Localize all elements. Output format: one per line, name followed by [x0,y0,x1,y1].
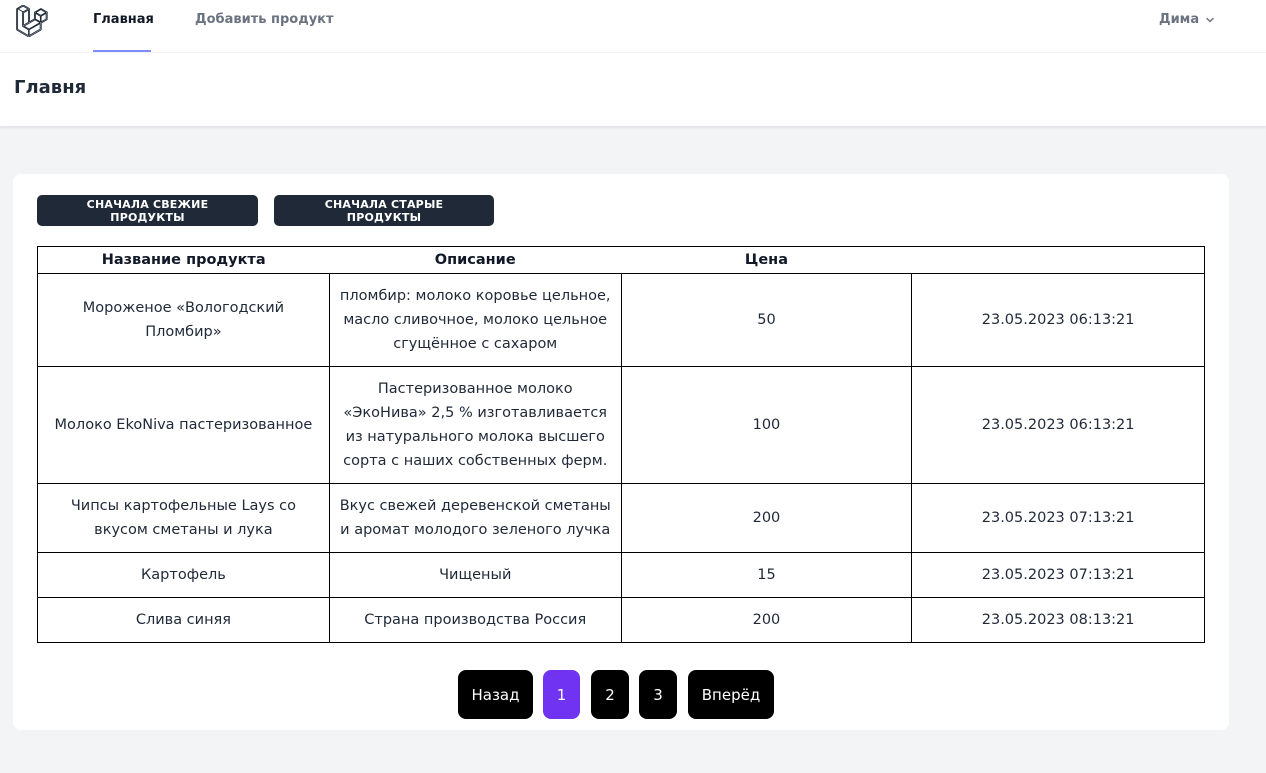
product-name-cell: Молоко EkoNiva пастеризованное [37,366,330,484]
product-date-cell: 23.05.2023 08:13:21 [911,597,1205,643]
table-row: Молоко EkoNiva пастеризованное Пастеризо… [37,366,1205,484]
product-date-cell: 23.05.2023 06:13:21 [911,273,1205,367]
product-date-cell: 23.05.2023 07:13:21 [911,483,1205,553]
pagination-page-2[interactable]: 2 [591,670,629,719]
column-header-price: Цена [744,252,788,268]
sort-newest-button[interactable]: СНАЧАЛА СВЕЖИЕ ПРОДУКТЫ [37,195,258,226]
product-date-cell: 23.05.2023 06:13:21 [911,366,1205,484]
pagination: Назад 1 2 3 Вперёд [13,670,1229,719]
products-card: СНАЧАЛА СВЕЖИЕ ПРОДУКТЫ СНАЧАЛА СТАРЫЕ П… [13,174,1229,730]
sort-oldest-button[interactable]: СНАЧАЛА СТАРЫЕ ПРОДУКТЫ [274,195,494,226]
column-header-description: Описание [434,252,516,268]
table-row: Мороженое «Вологодский Пломбир» пломбир:… [37,273,1205,367]
laravel-logo-icon[interactable] [16,5,48,37]
table-row: Слива синяя Страна производства Россия 2… [37,597,1205,643]
product-description-cell: Страна производства Россия [328,597,622,643]
table-header-row: Название продукта Описание Цена [37,246,1205,274]
product-price-cell: 200 [620,483,913,553]
products-table: Название продукта Описание Цена Морожено… [37,246,1205,643]
chevron-down-icon [1206,17,1214,23]
column-header-name: Название продукта [101,252,266,268]
page-title: Главня [14,77,87,98]
page-header: Главня [0,53,1266,127]
pagination-next-button[interactable]: Вперёд [688,670,774,719]
product-date-cell: 23.05.2023 07:13:21 [911,552,1205,598]
product-description-cell: Пастеризованное молоко «ЭкоНива» 2,5 % и… [328,366,622,484]
product-name-cell: Чипсы картофельные Lays со вкусом сметан… [37,483,330,553]
product-name-cell: Мороженое «Вологодский Пломбир» [37,273,330,367]
pagination-prev-button[interactable]: Назад [458,670,533,719]
product-price-cell: 200 [620,597,913,643]
product-description-cell: Вкус свежей деревенской сметаны и аромат… [328,483,622,553]
table-row: Картофель Чищеный 15 23.05.2023 07:13:21 [37,552,1205,598]
nav-link-home[interactable]: Главная [93,0,154,52]
user-menu[interactable]: Дима [1159,0,1215,40]
pagination-page-3[interactable]: 3 [639,670,677,719]
product-description-cell: пломбир: молоко коровье цельное, масло с… [328,273,622,367]
product-price-cell: 100 [620,366,913,484]
user-name: Дима [1159,12,1200,27]
product-name-cell: Слива синяя [37,597,330,643]
product-name-cell: Картофель [37,552,330,598]
product-description-cell: Чищеный [328,552,622,598]
table-row: Чипсы картофельные Lays со вкусом сметан… [37,483,1205,553]
product-price-cell: 50 [620,273,913,367]
pagination-page-1[interactable]: 1 [543,670,580,719]
product-price-cell: 15 [620,552,913,598]
column-header-date [912,247,1205,274]
top-navigation: Главная Добавить продукт Дима [0,0,1266,53]
nav-link-add-product[interactable]: Добавить продукт [195,0,334,52]
